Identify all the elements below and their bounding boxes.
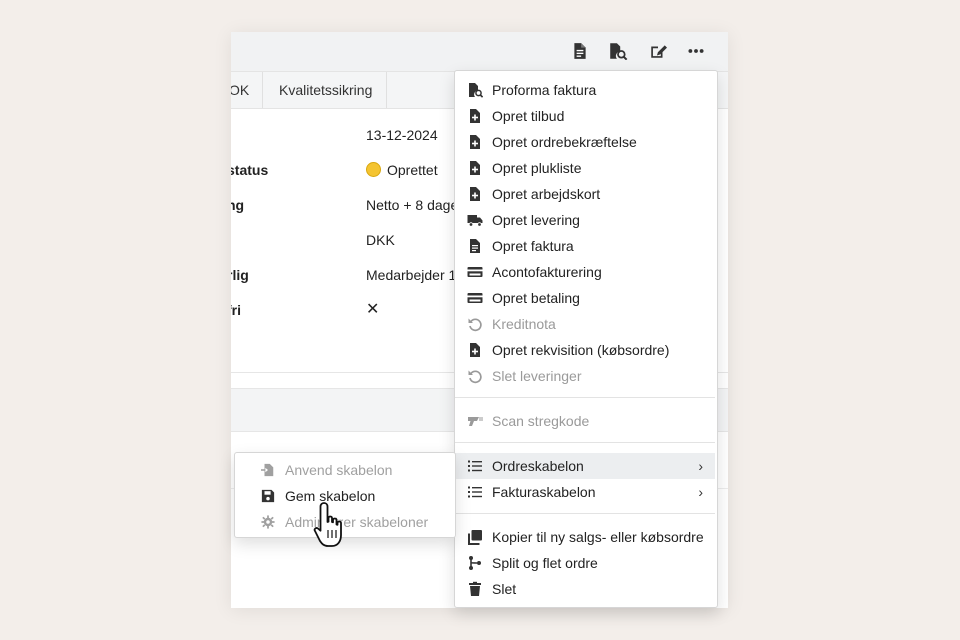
menu-item-opret-levering[interactable]: Opret levering bbox=[455, 207, 715, 233]
menu-item-label: Kreditnota bbox=[492, 316, 556, 332]
submenu-item-label: Administrer skabeloner bbox=[285, 514, 429, 530]
file-plus-icon bbox=[470, 109, 480, 123]
menu-item-label: Scan stregkode bbox=[492, 413, 590, 429]
file-search-icon bbox=[469, 83, 483, 98]
menu-item-label: Opret tilbud bbox=[492, 108, 565, 124]
list-icon bbox=[468, 460, 482, 472]
menu-item-label: Opret levering bbox=[492, 212, 580, 228]
menu-item-label: Opret ordrebekræftelse bbox=[492, 134, 637, 150]
menu-divider bbox=[455, 397, 715, 398]
gear-icon bbox=[261, 515, 275, 529]
submenu-item-label: Anvend skabelon bbox=[285, 462, 393, 478]
false-mark-icon: ✕ bbox=[366, 301, 380, 318]
menu-item-ordreskabelon[interactable]: Ordreskabelon › bbox=[455, 453, 715, 479]
menu-item-opret-betaling[interactable]: Opret betaling bbox=[455, 285, 715, 311]
copy-icon bbox=[468, 530, 482, 545]
menu-item-slet[interactable]: Slet bbox=[455, 576, 715, 602]
menu-item-kopier[interactable]: Kopier til ny salgs- eller købsordre bbox=[455, 524, 715, 550]
menu-item-scan-stregkode[interactable]: Scan stregkode bbox=[455, 408, 715, 434]
undo-icon bbox=[468, 370, 482, 384]
chevron-right-icon: › bbox=[698, 458, 703, 474]
more-options-icon[interactable] bbox=[687, 42, 705, 60]
file-plus-icon bbox=[470, 343, 480, 357]
detail-label: rlig bbox=[231, 267, 249, 283]
menu-item-split-og-flet[interactable]: Split og flet ordre bbox=[455, 550, 715, 576]
menu-item-opret-rekvisition[interactable]: Opret rekvisition (købsordre) bbox=[455, 337, 715, 363]
document-search-icon[interactable] bbox=[608, 42, 628, 60]
status-value: Oprettet bbox=[366, 160, 438, 180]
menu-item-opret-ordrebekraeftelse[interactable]: Opret ordrebekræftelse bbox=[455, 129, 715, 155]
detail-label: ng bbox=[231, 197, 245, 213]
undo-icon bbox=[468, 318, 482, 332]
menu-item-label: Opret rekvisition (købsordre) bbox=[492, 342, 670, 358]
menu-item-label: Slet leveringer bbox=[492, 368, 582, 384]
detail-label: fri bbox=[231, 302, 241, 318]
menu-item-kreditnota[interactable]: Kreditnota bbox=[455, 311, 715, 337]
file-plus-icon bbox=[470, 135, 480, 149]
menu-item-opret-faktura[interactable]: Opret faktura bbox=[455, 233, 715, 259]
credit-card-icon bbox=[467, 267, 483, 277]
menu-divider bbox=[455, 513, 715, 514]
file-text-icon bbox=[470, 239, 480, 253]
menu-item-label: Acontofakturering bbox=[492, 264, 602, 280]
payment-terms-value: Netto + 8 dage bbox=[366, 197, 459, 213]
actions-dropdown-menu: Proforma faktura Opret tilbud Opret ordr… bbox=[454, 70, 718, 608]
menu-item-opret-plukliste[interactable]: Opret plukliste bbox=[455, 155, 715, 181]
barcode-scanner-icon bbox=[468, 417, 483, 426]
file-plus-icon bbox=[470, 161, 480, 175]
menu-item-label: Opret faktura bbox=[492, 238, 574, 254]
chevron-right-icon: › bbox=[698, 484, 703, 500]
save-icon bbox=[261, 489, 275, 503]
menu-item-label: Split og flet ordre bbox=[492, 555, 598, 571]
file-import-icon bbox=[261, 463, 274, 477]
tab-kvalitetssikring[interactable]: Kvalitetssikring bbox=[264, 72, 387, 108]
menu-item-fakturaskabelon[interactable]: Fakturaskabelon › bbox=[455, 479, 715, 505]
menu-item-label: Opret betaling bbox=[492, 290, 580, 306]
menu-divider bbox=[455, 442, 715, 443]
menu-item-acontofakturering[interactable]: Acontofakturering bbox=[455, 259, 715, 285]
toolbar bbox=[231, 32, 728, 72]
trash-icon bbox=[469, 581, 481, 596]
document-icon[interactable] bbox=[571, 42, 589, 60]
menu-item-opret-arbejdskort[interactable]: Opret arbejdskort bbox=[455, 181, 715, 207]
menu-item-label: Opret plukliste bbox=[492, 160, 582, 176]
menu-item-opret-tilbud[interactable]: Opret tilbud bbox=[455, 103, 715, 129]
menu-item-label: Fakturaskabelon bbox=[492, 484, 596, 500]
menu-item-label: Slet bbox=[492, 581, 517, 597]
truck-icon bbox=[467, 215, 483, 227]
date-value: 13-12-2024 bbox=[366, 127, 438, 143]
submenu-item-anvend-skabelon[interactable]: Anvend skabelon bbox=[235, 457, 455, 483]
edit-icon[interactable] bbox=[649, 42, 667, 60]
split-icon bbox=[469, 556, 481, 570]
menu-item-label: Kopier til ny salgs- eller købsordre bbox=[492, 529, 704, 545]
menu-item-label: Opret arbejdskort bbox=[492, 186, 601, 202]
credit-card-icon bbox=[467, 293, 483, 303]
menu-item-slet-leveringer[interactable]: Slet leveringer bbox=[455, 363, 715, 389]
file-plus-icon bbox=[470, 187, 480, 201]
menu-item-label: Proforma faktura bbox=[492, 82, 597, 98]
hand-pointer-cursor-icon bbox=[313, 502, 342, 547]
list-icon bbox=[468, 486, 482, 498]
tab-ok[interactable]: OK bbox=[231, 72, 263, 108]
menu-item-label: Ordreskabelon bbox=[492, 458, 584, 474]
currency-value: DKK bbox=[366, 232, 395, 248]
status-text: Oprettet bbox=[387, 162, 438, 178]
menu-item-proforma-faktura[interactable]: Proforma faktura bbox=[455, 77, 715, 103]
responsible-value: Medarbejder 1 bbox=[366, 267, 457, 283]
detail-label: status bbox=[231, 162, 269, 178]
status-dot-icon bbox=[366, 162, 381, 177]
